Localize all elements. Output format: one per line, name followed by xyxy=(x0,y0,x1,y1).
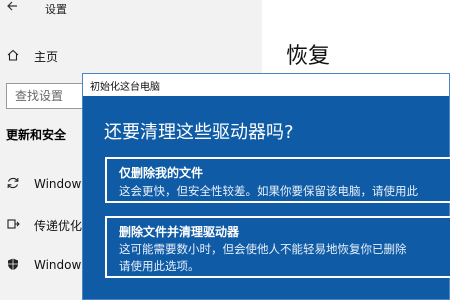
nav-item-label: 传递优化 xyxy=(34,218,83,233)
nav-item-label: Windows xyxy=(34,177,88,191)
nav-item-windows-security[interactable]: Windows xyxy=(6,254,88,276)
back-arrow-icon[interactable] xyxy=(6,0,26,16)
nav-item-windows-update[interactable]: Windows xyxy=(6,173,88,195)
refresh-icon xyxy=(6,176,20,193)
delivery-optimization-icon xyxy=(6,217,20,234)
option-description: 这会更快，但安全性较差。如果你要保留该电脑，请使用此 xyxy=(119,184,418,198)
nav-item-delivery-optimization[interactable]: 传递优化 xyxy=(6,214,82,236)
reset-pc-dialog: 初始化这台电脑 还要清理这些驱动器吗? 仅删除我的文件 这会更快，但安全性较差。… xyxy=(82,73,450,300)
option-title: 删除文件并清理驱动器 xyxy=(119,225,240,239)
nav-home-label: 主页 xyxy=(34,49,59,64)
nav-item-label: Windows xyxy=(34,258,88,272)
option-description-line-2: 请使用此选项。 xyxy=(119,259,200,273)
dialog-title: 初始化这台电脑 xyxy=(90,82,160,93)
shield-icon xyxy=(6,257,20,274)
option-description-line-1: 这可能需要数小时，但会使他人不能轻易地恢复你已删除 xyxy=(119,242,407,256)
dialog-heading: 还要清理这些驱动器吗? xyxy=(104,122,294,143)
option-title: 仅删除我的文件 xyxy=(119,166,204,180)
option-remove-files-only[interactable]: 仅删除我的文件 这会更快，但安全性较差。如果你要保留该电脑，请使用此 xyxy=(105,157,450,203)
option-remove-and-clean[interactable]: 删除文件并清理驱动器 这可能需要数小时，但会使他人不能轻易地恢复你已删除 请使用… xyxy=(105,216,450,278)
nav-home[interactable]: 主页 xyxy=(6,45,58,67)
dialog-titlebar: 初始化这台电脑 xyxy=(83,74,449,96)
window-title: 设置 xyxy=(45,3,67,16)
home-icon xyxy=(6,48,20,65)
page-title: 恢复 xyxy=(286,44,331,69)
section-title: 更新和安全 xyxy=(6,128,67,142)
